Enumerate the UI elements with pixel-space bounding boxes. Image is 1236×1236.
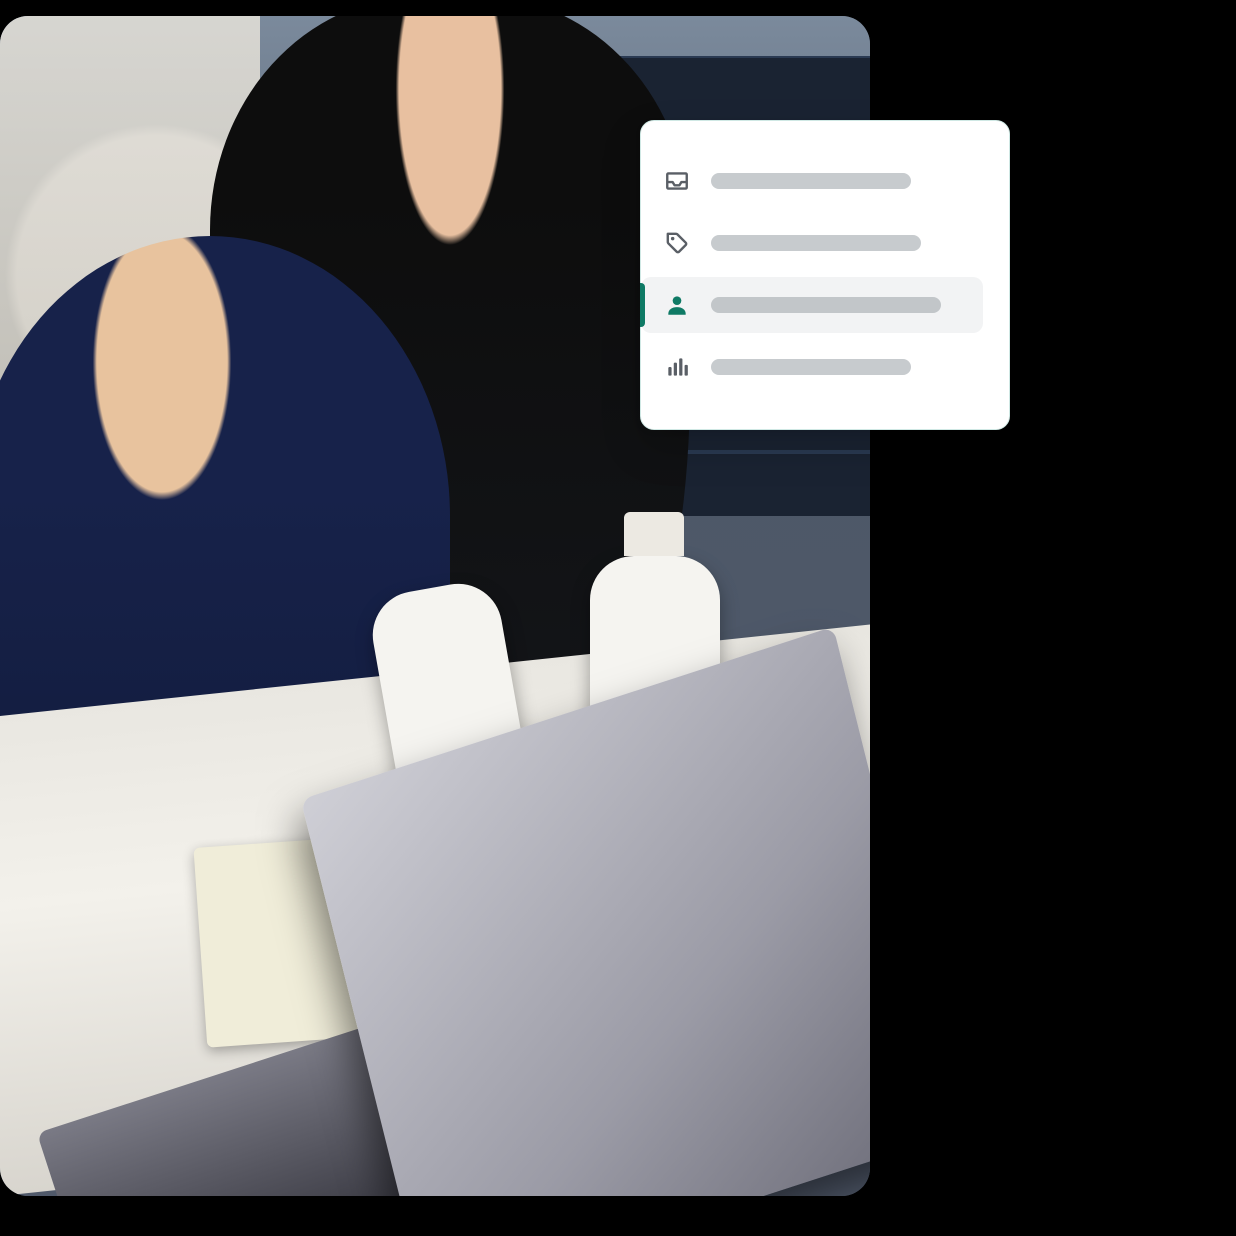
tag-icon bbox=[663, 229, 691, 257]
chart-icon bbox=[663, 353, 691, 381]
nav-label-placeholder bbox=[711, 297, 941, 313]
sidebar-nav-card bbox=[640, 120, 1010, 430]
nav-label-placeholder bbox=[711, 173, 911, 189]
nav-label-placeholder bbox=[711, 359, 911, 375]
nav-item-analytics[interactable] bbox=[641, 339, 983, 395]
nav-item-customers[interactable] bbox=[641, 277, 983, 333]
inbox-icon bbox=[663, 167, 691, 195]
nav-item-tags[interactable] bbox=[641, 215, 983, 271]
nav-item-inbox[interactable] bbox=[641, 153, 983, 209]
nav-label-placeholder bbox=[711, 235, 921, 251]
person-icon bbox=[663, 291, 691, 319]
